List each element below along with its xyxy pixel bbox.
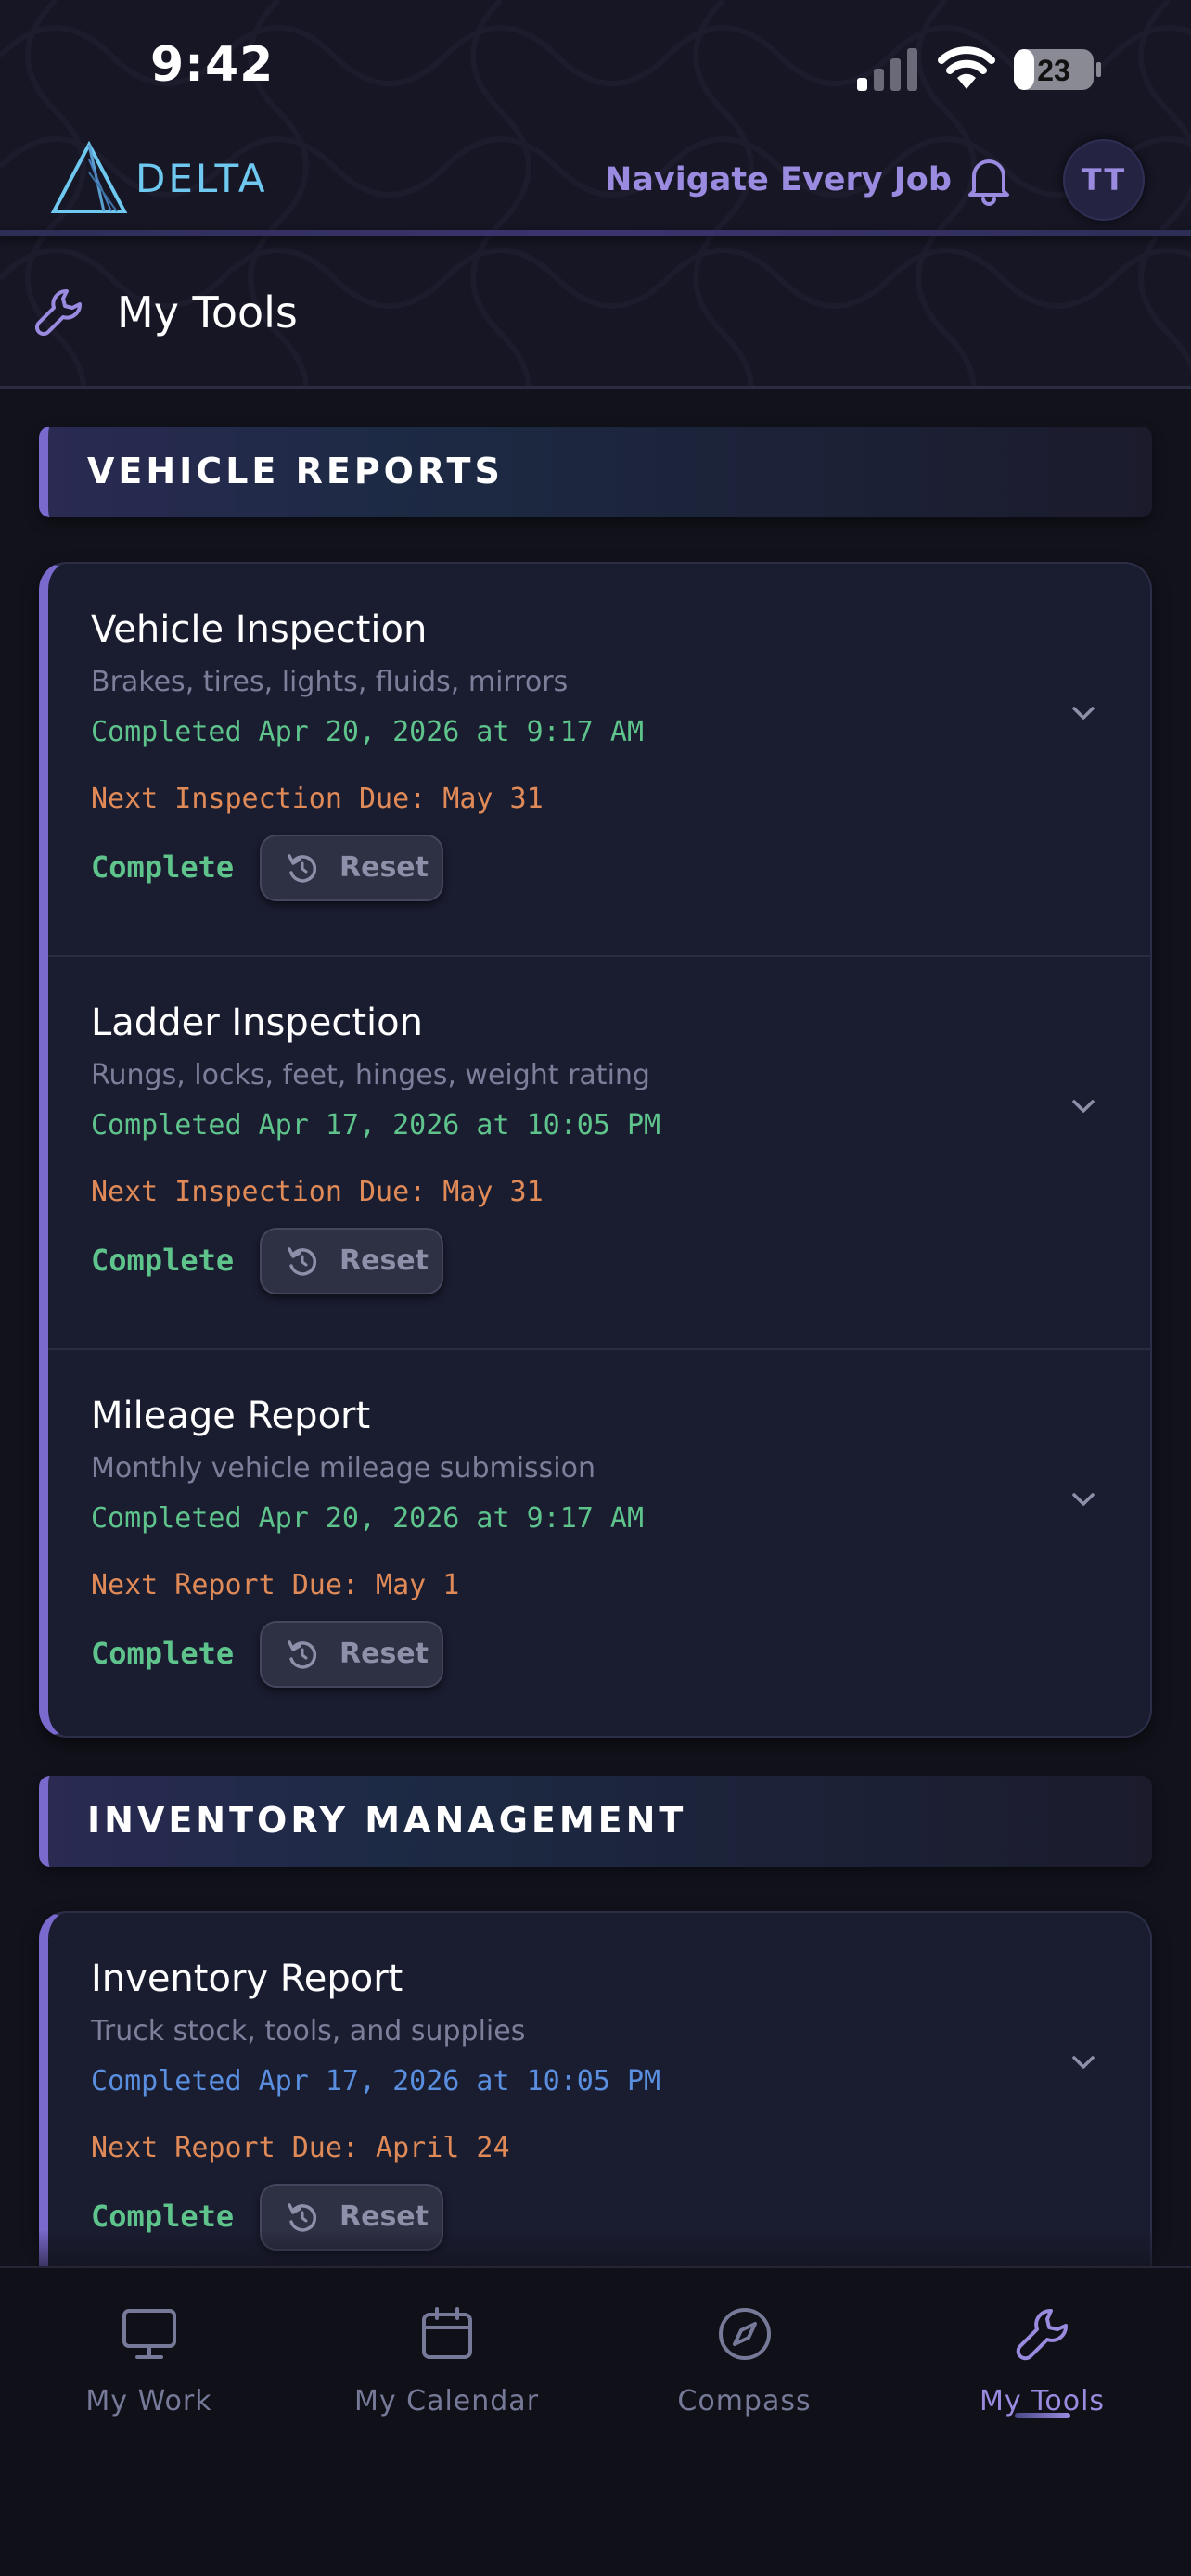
item-description: Rungs, locks, feet, hinges, weight ratin… xyxy=(91,1059,650,1091)
page-title: My Tools xyxy=(117,287,298,338)
list-item[interactable]: Mileage Report Monthly vehicle mileage s… xyxy=(48,1350,1150,1736)
section-header-vehicle-reports: VEHICLE REPORTS xyxy=(39,427,1152,517)
item-next-due: Next Inspection Due: May 31 xyxy=(91,1176,544,1208)
reset-icon xyxy=(288,1247,317,1276)
status-badge: Complete xyxy=(91,849,235,885)
tab-label: My Calendar xyxy=(353,2385,540,2417)
reset-icon xyxy=(288,854,317,883)
tab-my-work[interactable]: My Work xyxy=(0,2305,298,2426)
wrench-icon xyxy=(34,289,82,337)
item-title: Ladder Inspection xyxy=(91,1001,423,1044)
reset-label: Reset xyxy=(339,1638,429,1670)
list-item[interactable]: Inventory Report Truck stock, tools, and… xyxy=(48,1913,1150,2266)
reset-label: Reset xyxy=(339,1244,429,1277)
status-time: 9:42 xyxy=(150,37,275,93)
battery-icon: 23 xyxy=(1014,49,1101,90)
brand-name: DELTA xyxy=(135,156,268,201)
app-bar: DELTA Navigate Every Job TT xyxy=(0,130,1191,232)
scroll-fade xyxy=(0,2229,1191,2266)
reset-label: Reset xyxy=(339,2200,429,2233)
wifi-icon xyxy=(938,46,995,89)
section-title: INVENTORY MANAGEMENT xyxy=(87,1800,687,1841)
item-description: Monthly vehicle mileage submission xyxy=(91,1452,596,1485)
tagline: Navigate Every Job xyxy=(605,161,952,198)
top-header: 9:42 23 DELTA Navigate Every Job TT My T… xyxy=(0,0,1191,389)
inventory-management-card: Inventory Report Truck stock, tools, and… xyxy=(39,1911,1152,2266)
reset-icon xyxy=(288,1640,317,1669)
main-content[interactable]: VEHICLE REPORTS Vehicle Inspection Brake… xyxy=(0,390,1191,2266)
item-title: Inventory Report xyxy=(91,1958,403,2000)
item-title: Vehicle Inspection xyxy=(91,608,428,651)
tab-label: My Work xyxy=(85,2385,212,2417)
chevron-down-icon[interactable] xyxy=(1069,2052,1098,2072)
tab-compass[interactable]: Compass xyxy=(596,2305,893,2426)
status-badge: Complete xyxy=(91,1636,235,1671)
reset-button[interactable]: Reset xyxy=(260,835,443,901)
section-title: VEHICLE REPORTS xyxy=(87,451,504,491)
compass-icon xyxy=(719,2308,771,2360)
section-header-inventory-management: INVENTORY MANAGEMENT xyxy=(39,1776,1152,1867)
page-header-divider xyxy=(0,386,1191,389)
bell-icon[interactable] xyxy=(961,152,1017,208)
tab-my-calendar[interactable]: My Calendar xyxy=(298,2305,596,2426)
item-completed-date: Completed Apr 20, 2026 at 9:17 AM xyxy=(91,716,645,748)
reset-button[interactable]: Reset xyxy=(260,1621,443,1688)
battery-level: 23 xyxy=(1037,54,1070,87)
bottom-tab-bar: My Work My Calendar Compass My Tools xyxy=(0,2266,1191,2576)
chevron-down-icon[interactable] xyxy=(1069,703,1098,723)
item-next-due: Next Inspection Due: May 31 xyxy=(91,783,544,815)
reset-button[interactable]: Reset xyxy=(260,1228,443,1294)
calendar-icon xyxy=(422,2307,472,2359)
chevron-down-icon[interactable] xyxy=(1069,1096,1098,1116)
delta-logo-icon[interactable] xyxy=(50,139,128,217)
user-avatar[interactable]: TT xyxy=(1063,139,1145,221)
item-next-due: Next Report Due: May 1 xyxy=(91,1569,460,1601)
page-header: My Tools xyxy=(0,239,1191,388)
app-bar-divider xyxy=(0,230,1191,236)
item-next-due: Next Report Due: April 24 xyxy=(91,2132,510,2164)
monitor-icon xyxy=(122,2309,176,2359)
tab-label: Compass xyxy=(677,2385,812,2417)
item-description: Truck stock, tools, and supplies xyxy=(91,2015,526,2047)
item-description: Brakes, tires, lights, fluids, mirrors xyxy=(91,666,569,698)
cellular-signal-icon xyxy=(857,48,917,91)
item-completed-date: Completed Apr 20, 2026 at 9:17 AM xyxy=(91,1502,645,1535)
item-completed-date: Completed Apr 17, 2026 at 10:05 PM xyxy=(91,2065,661,2098)
status-bar: 9:42 23 xyxy=(0,0,1191,139)
list-item[interactable]: Ladder Inspection Rungs, locks, feet, hi… xyxy=(48,957,1150,1348)
chevron-down-icon[interactable] xyxy=(1069,1489,1098,1510)
vehicle-reports-card: Vehicle Inspection Brakes, tires, lights… xyxy=(39,562,1152,1738)
reset-label: Reset xyxy=(339,851,429,884)
wrench-icon xyxy=(1016,2309,1068,2361)
item-completed-date: Completed Apr 17, 2026 at 10:05 PM xyxy=(91,1109,661,1141)
status-badge: Complete xyxy=(91,1243,235,1278)
list-item[interactable]: Vehicle Inspection Brakes, tires, lights… xyxy=(48,564,1150,955)
item-title: Mileage Report xyxy=(91,1395,371,1437)
active-tab-indicator xyxy=(1015,2413,1070,2418)
tab-my-tools[interactable]: My Tools xyxy=(893,2305,1191,2426)
